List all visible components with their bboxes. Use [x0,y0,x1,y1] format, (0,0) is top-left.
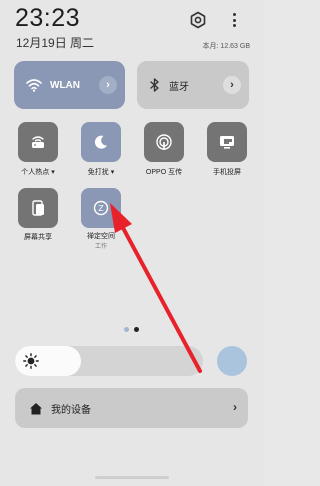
cast-icon [220,136,234,149]
moon-icon [94,135,107,149]
wifi-icon [26,79,42,92]
hotspot-icon [32,136,44,148]
brightness-slider[interactable] [15,346,203,376]
chevron-right-icon: › [233,400,237,414]
screen-share-icon [32,200,44,216]
hotspot-label: 个人热点 ▾ [21,169,55,176]
data-usage-text: 本月: 12.63 GB [202,43,250,50]
focus-icon: Z [93,200,109,216]
page-dot-2[interactable] [134,327,139,332]
screen-share-label: 屏幕共享 [24,234,52,241]
hotspot-tile[interactable] [18,122,58,162]
wlan-tile[interactable]: WLAN › [14,61,125,109]
page-dot-1[interactable] [124,327,129,332]
home-indicator [95,476,169,479]
chevron-right-icon: › [106,79,110,91]
sun-icon [23,353,39,369]
home-icon [30,402,42,414]
bluetooth-tile[interactable]: 蓝牙 › [137,61,249,109]
wlan-expand-button[interactable]: › [99,76,117,94]
clock-time: 23:23 [15,4,81,32]
focus-space-mode: 工作 [94,244,107,250]
focus-space-label: 禅定空间 [87,233,115,240]
more-vertical-icon[interactable] [228,11,240,29]
my-devices-bar[interactable]: 我的设备 › [15,388,248,428]
cast-label: 手机投屏 [213,169,241,176]
wlan-label: WLAN [50,79,80,91]
oppo-share-label: OPPO 互传 [145,169,183,176]
oppo-share-tile[interactable] [144,122,184,162]
gear-icon[interactable] [189,11,207,29]
svg-text:Z: Z [98,204,104,213]
bluetooth-label: 蓝牙 [169,81,189,93]
bluetooth-icon [150,78,159,92]
my-devices-label: 我的设备 [51,404,91,416]
clock-date: 12月19日 周二 [16,36,95,50]
cast-tile[interactable] [207,122,247,162]
auto-brightness-button[interactable] [217,346,247,376]
dnd-label: 免打扰 ▾ [87,169,115,176]
share-icon [156,134,172,150]
bluetooth-expand-button[interactable]: › [223,76,241,94]
focus-space-tile[interactable]: Z [81,188,121,228]
chevron-right-icon: › [230,79,234,91]
control-center: 23:23 12月19日 周二 本月: 12.63 GB WLAN › 蓝牙 › [0,0,264,486]
dnd-tile[interactable] [81,122,121,162]
screen-share-tile[interactable] [18,188,58,228]
